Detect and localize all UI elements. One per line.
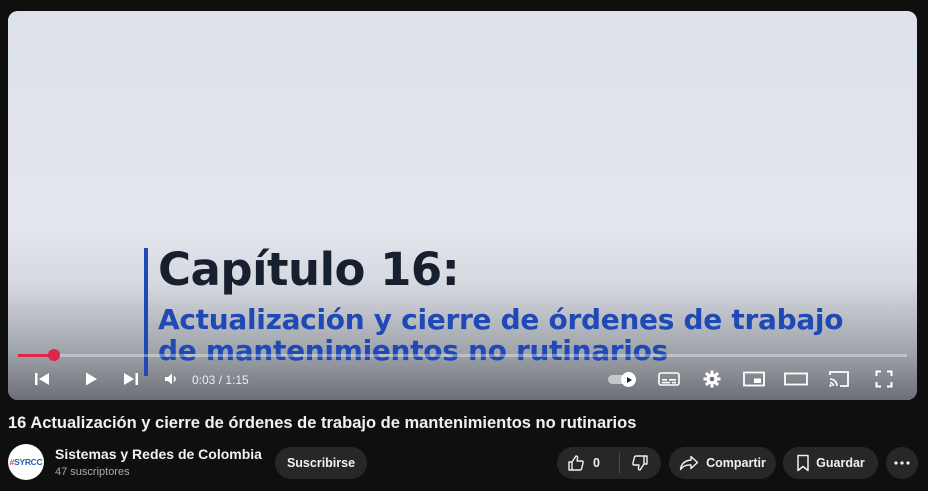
theater-mode-icon[interactable] [783, 367, 809, 391]
progress-bar[interactable] [18, 349, 907, 361]
dislike-button[interactable] [620, 447, 660, 479]
next-icon[interactable] [118, 367, 144, 391]
autoplay-toggle[interactable] [608, 372, 638, 387]
settings-gear-icon[interactable] [699, 367, 725, 391]
channel-name[interactable]: Sistemas y Redes de Colombia [55, 446, 262, 462]
video-player[interactable]: Capítulo 16: Actualización y cierre de ó… [8, 11, 917, 400]
play-icon[interactable] [78, 367, 104, 391]
bookmark-icon [797, 454, 809, 472]
time-display: 0:03 / 1:15 [192, 373, 249, 387]
subscribe-button[interactable]: Suscribirse [275, 447, 367, 479]
channel-avatar[interactable]: # SYRCC [8, 444, 44, 480]
video-title: 16 Actualización y cierre de órdenes de … [8, 414, 637, 432]
more-horizontal-icon [894, 461, 910, 465]
more-actions-button[interactable] [886, 447, 918, 479]
share-button[interactable]: Compartir [669, 447, 776, 479]
slide-title: Capítulo 16: [158, 243, 460, 296]
thumbs-down-icon [632, 455, 648, 471]
thumbs-up-icon [568, 455, 584, 471]
like-count: 0 [593, 456, 600, 470]
save-label: Guardar [816, 456, 865, 470]
like-button[interactable]: 0 [557, 447, 619, 479]
player-controls: 0:03 / 1:15 [8, 363, 917, 395]
avatar-logo-text: SYRCC [14, 457, 43, 467]
previous-icon[interactable] [29, 367, 55, 391]
cast-icon[interactable] [826, 367, 852, 391]
subtitles-icon[interactable] [656, 367, 682, 391]
subscriber-count: 47 suscriptores [55, 466, 130, 478]
like-dislike-group: 0 [557, 447, 661, 479]
share-label: Compartir [706, 456, 766, 470]
save-button[interactable]: Guardar [783, 447, 878, 479]
miniplayer-icon[interactable] [741, 367, 767, 391]
share-icon [679, 455, 699, 471]
progress-scrubber[interactable] [47, 349, 60, 361]
volume-icon[interactable] [158, 367, 184, 391]
fullscreen-icon[interactable] [871, 367, 897, 391]
